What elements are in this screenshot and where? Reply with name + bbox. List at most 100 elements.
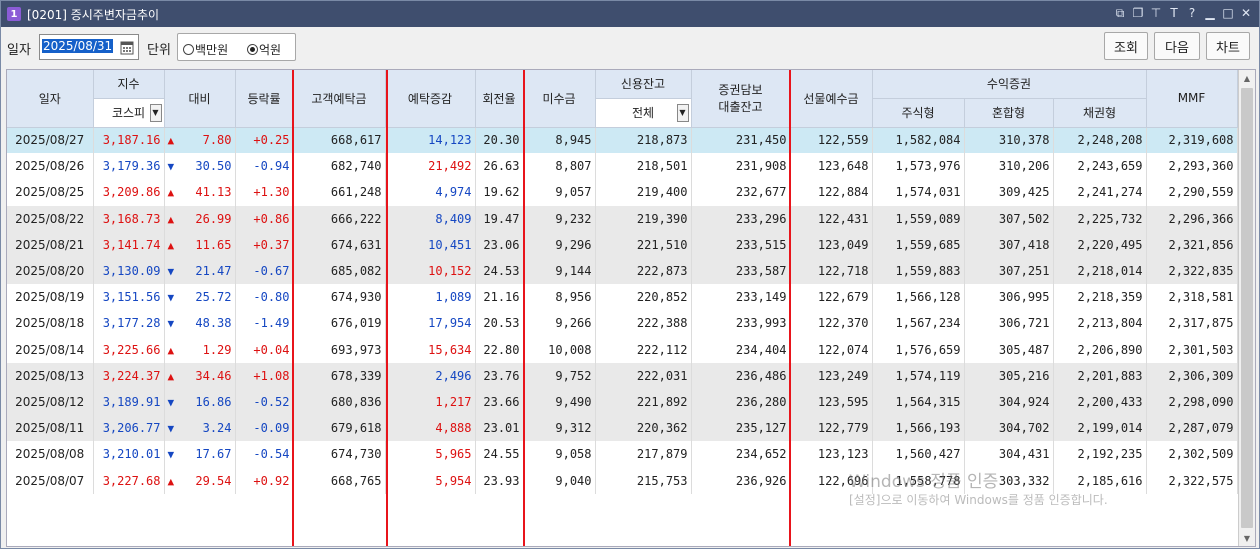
credit-select[interactable]: 전체 ▼ bbox=[595, 98, 692, 128]
link-icon[interactable]: ⧉ bbox=[1111, 4, 1129, 22]
cell-change: ▲ 29.54 bbox=[164, 467, 236, 494]
next-button[interactable]: 다음 bbox=[1154, 32, 1200, 60]
table-row[interactable]: 2025/08/22 3,168.73 ▲ 26.99 +0.86 666,222 8,40… bbox=[7, 205, 1238, 232]
cell-deposit: 668,765 bbox=[293, 467, 386, 494]
cell-futures: 122,431 bbox=[790, 205, 873, 232]
cell-deposit-change: 10,152 bbox=[385, 257, 476, 285]
table-row[interactable]: 2025/08/27 3,187.16 ▲ 7.80 +0.25 668,617 14,12… bbox=[7, 127, 1238, 154]
cell-index: 3,151.56 bbox=[93, 284, 165, 311]
table-row[interactable]: 2025/08/18 3,177.28 ▼ 48.38 -1.49 676,019 17,9… bbox=[7, 310, 1238, 337]
col-header-turnover[interactable]: 회전율 bbox=[475, 70, 524, 128]
chevron-down-icon[interactable]: ▼ bbox=[676, 103, 689, 122]
cell-collateral: 235,127 bbox=[691, 415, 791, 442]
col-header-futures[interactable]: 선물예수금 bbox=[790, 70, 873, 128]
table-row[interactable]: 2025/08/13 3,224.37 ▲ 34.46 +1.08 678,339 2,49… bbox=[7, 362, 1238, 389]
table-row[interactable]: 2025/08/11 3,206.77 ▼ 3.24 -0.09 679,618 4,888… bbox=[7, 415, 1238, 442]
cell-unpaid: 9,490 bbox=[523, 388, 596, 416]
table-row[interactable]: 2025/08/12 3,189.91 ▼ 16.86 -0.52 680,836 1,21… bbox=[7, 388, 1238, 416]
cell-bond: 2,248,208 bbox=[1053, 127, 1147, 154]
cell-date: 2025/08/12 bbox=[7, 388, 94, 416]
cell-mmf: 2,306,309 bbox=[1146, 362, 1238, 389]
triangle-up-icon: ▲ bbox=[167, 186, 175, 200]
cell-credit: 221,892 bbox=[595, 388, 692, 416]
table-row[interactable]: 2025/08/19 3,151.56 ▼ 25.72 -0.80 674,930 1,08… bbox=[7, 284, 1238, 311]
cell-mixed: 307,251 bbox=[964, 257, 1054, 285]
table-row[interactable]: 2025/08/21 3,141.74 ▲ 11.65 +0.37 674,631 10,4… bbox=[7, 231, 1238, 258]
close-icon[interactable]: ✕ bbox=[1237, 4, 1255, 22]
cell-mmf: 2,301,503 bbox=[1146, 336, 1238, 363]
table-row[interactable]: 2025/08/26 3,179.36 ▼ 30.50 -0.94 682,740 21,4… bbox=[7, 153, 1238, 180]
date-value[interactable]: 2025/08/31 bbox=[42, 39, 114, 53]
cell-date: 2025/08/26 bbox=[7, 153, 94, 180]
col-header-collateral[interactable]: 증권담보 대출잔고 bbox=[691, 70, 791, 128]
cell-stock: 1,564,315 bbox=[872, 388, 965, 416]
scroll-up-icon[interactable]: ▲ bbox=[1239, 70, 1255, 86]
maximize-icon[interactable]: □ bbox=[1219, 4, 1237, 22]
radio-dot-icon bbox=[183, 44, 194, 55]
col-header-index[interactable]: 지수 bbox=[93, 70, 165, 99]
help-icon[interactable]: ? bbox=[1183, 4, 1201, 22]
unit-option-million[interactable]: 백만원 bbox=[183, 41, 228, 58]
cell-mmf: 2,296,366 bbox=[1146, 205, 1238, 232]
cell-date: 2025/08/22 bbox=[7, 205, 94, 232]
cell-rate: +1.08 bbox=[235, 362, 294, 389]
col-header-mixed[interactable]: 혼합형 bbox=[964, 98, 1054, 128]
cell-rate: -0.80 bbox=[235, 284, 294, 311]
cell-stock: 1,573,976 bbox=[872, 153, 965, 180]
chart-button[interactable]: 차트 bbox=[1206, 32, 1250, 60]
calendar-icon[interactable] bbox=[118, 37, 136, 57]
cell-bond: 2,225,732 bbox=[1053, 205, 1147, 232]
col-header-rate[interactable]: 등락률 bbox=[235, 70, 294, 128]
col-header-deposit-change[interactable]: 예탁증감 bbox=[385, 70, 476, 128]
chevron-down-icon[interactable]: ▼ bbox=[149, 103, 162, 122]
col-header-deposit[interactable]: 고객예탁금 bbox=[293, 70, 386, 128]
cell-collateral: 233,515 bbox=[691, 231, 791, 258]
cell-change: ▲ 7.80 bbox=[164, 127, 236, 154]
cell-credit: 222,388 bbox=[595, 310, 692, 337]
date-field[interactable]: 2025/08/31 bbox=[39, 34, 139, 60]
window-title: [0201] 증시주변자금추이 bbox=[27, 7, 160, 22]
cell-bond: 2,206,890 bbox=[1053, 336, 1147, 363]
cell-turnover: 20.30 bbox=[475, 127, 524, 154]
col-header-change[interactable]: 대비 bbox=[164, 70, 236, 128]
col-header-unpaid[interactable]: 미수금 bbox=[523, 70, 596, 128]
col-header-mmf[interactable]: MMF bbox=[1146, 70, 1238, 128]
cell-change: ▲ 1.29 bbox=[164, 336, 236, 363]
col-header-date[interactable]: 일자 bbox=[7, 70, 94, 128]
cell-change: ▲ 26.99 bbox=[164, 205, 236, 232]
col-header-credit[interactable]: 신용잔고 bbox=[595, 70, 692, 99]
table-row[interactable]: 2025/08/20 3,130.09 ▼ 21.47 -0.67 685,082 10,1… bbox=[7, 257, 1238, 285]
col-header-beneficiary[interactable]: 수익증권 bbox=[872, 70, 1147, 99]
cell-rate: -0.94 bbox=[235, 153, 294, 180]
cell-bond: 2,220,495 bbox=[1053, 231, 1147, 258]
table-row[interactable]: 2025/08/14 3,225.66 ▲ 1.29 +0.04 693,973 15,63… bbox=[7, 336, 1238, 363]
index-select[interactable]: 코스피 ▼ bbox=[93, 98, 165, 128]
cell-date: 2025/08/21 bbox=[7, 231, 94, 258]
scroll-thumb[interactable] bbox=[1241, 88, 1253, 528]
cell-index: 3,177.28 bbox=[93, 310, 165, 337]
vertical-scrollbar[interactable]: ▲ ▼ bbox=[1238, 70, 1255, 546]
triangle-up-icon: ▲ bbox=[167, 474, 175, 488]
scroll-down-icon[interactable]: ▼ bbox=[1239, 530, 1255, 546]
cell-bond: 2,201,883 bbox=[1053, 362, 1147, 389]
cell-deposit: 679,618 bbox=[293, 415, 386, 442]
unit-option-eok[interactable]: 억원 bbox=[247, 41, 281, 58]
cell-mixed: 307,502 bbox=[964, 205, 1054, 232]
col-header-stock[interactable]: 주식형 bbox=[872, 98, 965, 128]
cell-date: 2025/08/20 bbox=[7, 257, 94, 285]
cell-date: 2025/08/13 bbox=[7, 362, 94, 389]
copy-window-icon[interactable]: ❐ bbox=[1129, 4, 1147, 22]
table-row[interactable]: 2025/08/08 3,210.01 ▼ 17.67 -0.54 674,730 5,96… bbox=[7, 441, 1238, 468]
table-row[interactable]: 2025/08/07 3,227.68 ▲ 29.54 +0.92 668,765 5,95… bbox=[7, 467, 1238, 494]
cell-credit: 219,390 bbox=[595, 205, 692, 232]
minimize-icon[interactable]: ▁ bbox=[1201, 4, 1219, 22]
query-button[interactable]: 조회 bbox=[1104, 32, 1148, 60]
col-header-bond[interactable]: 채권형 bbox=[1053, 98, 1147, 128]
cell-unpaid: 9,232 bbox=[523, 205, 596, 232]
pin-icon[interactable]: ⊤ bbox=[1147, 4, 1165, 22]
cell-mmf: 2,317,875 bbox=[1146, 310, 1238, 337]
cell-stock: 1,559,685 bbox=[872, 231, 965, 258]
font-icon[interactable]: T bbox=[1165, 4, 1183, 22]
cell-futures: 123,049 bbox=[790, 231, 873, 258]
table-row[interactable]: 2025/08/25 3,209.86 ▲ 41.13 +1.30 661,248 4,97… bbox=[7, 179, 1238, 206]
